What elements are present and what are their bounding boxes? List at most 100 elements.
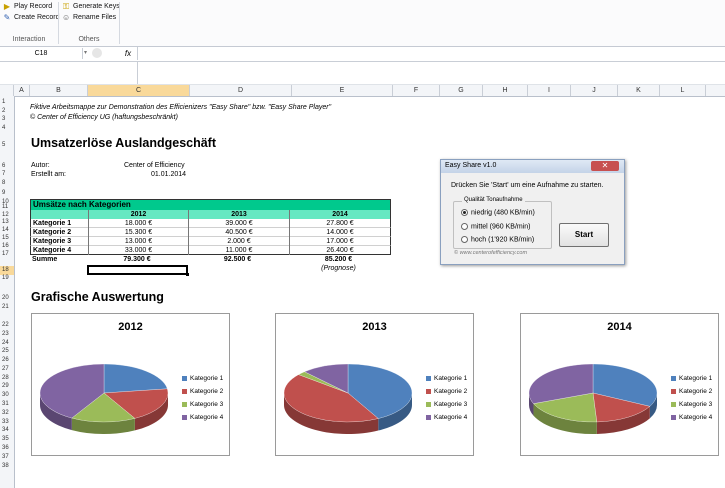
legend-swatch [671, 414, 676, 420]
row-header[interactable]: 1 [0, 98, 14, 107]
selected-cell[interactable] [87, 265, 188, 275]
row-header[interactable]: 36 [0, 444, 14, 453]
ribbon-separator [119, 2, 120, 44]
row-header[interactable]: 17 [0, 250, 14, 259]
legend-item: Kategorie 3 [182, 401, 223, 408]
select-all-corner[interactable] [0, 85, 14, 96]
row-header[interactable]: 37 [0, 453, 14, 462]
option-hoch[interactable]: hoch (1'920 KB/min) [461, 236, 534, 243]
year-header-2012: 2012 [88, 210, 188, 219]
legend-item: Kategorie 3 [671, 401, 712, 408]
table-cell-v2014[interactable]: 14.000 € [289, 228, 390, 237]
row-header[interactable]: 5 [0, 141, 14, 150]
table-title: Umsätze nach Kategorien [33, 200, 131, 209]
pie-chart-2012[interactable]: 2012 Kategorie 1 Kategorie 2 Kategorie 3 Kat… [31, 313, 230, 456]
column-header-f[interactable]: F [393, 85, 440, 96]
column-header-k[interactable]: K [618, 85, 660, 96]
row-header[interactable]: 38 [0, 462, 14, 471]
section-title: Grafische Auswertung [31, 290, 164, 304]
row-header[interactable]: 25 [0, 347, 14, 356]
sum-row: Summe 79.300 € 92.500 € 85.200 € [30, 255, 391, 264]
column-header-j[interactable]: J [571, 85, 618, 96]
table-cell-v2012[interactable]: 33.000 € [88, 246, 188, 255]
table-row: Kategorie 1 18.000 €39.000 €27.800 € [30, 219, 391, 228]
column-header-h[interactable]: H [483, 85, 528, 96]
table-cell-v2013[interactable]: 2.000 € [188, 237, 289, 246]
column-header-i[interactable]: I [528, 85, 571, 96]
column-header-l[interactable]: L [660, 85, 706, 96]
legend-item: Kategorie 4 [671, 414, 712, 421]
forecast-note: (Prognose) [321, 265, 356, 272]
table-cell-v2014[interactable]: 17.000 € [289, 237, 390, 246]
legend-swatch [426, 414, 431, 420]
row-header[interactable]: 19 [0, 274, 14, 283]
key-icon: ⚿ [62, 1, 70, 11]
play-record-button[interactable]: ▶ Play Record [3, 1, 52, 12]
row-header[interactable]: 34 [0, 426, 14, 435]
formula-bar-expanded-area [0, 62, 725, 85]
column-header-d[interactable]: D [190, 85, 292, 96]
row-header[interactable]: 27 [0, 365, 14, 374]
pie-graphic [39, 363, 169, 434]
table-cell-v2013[interactable]: 39.000 € [188, 219, 289, 228]
table-cell-v2014[interactable]: 26.400 € [289, 246, 390, 255]
formula-input[interactable] [137, 47, 725, 60]
row-header[interactable]: 3 [0, 115, 14, 124]
row-header[interactable]: 23 [0, 330, 14, 339]
option-label: mittel (960 KB/min) [471, 223, 531, 231]
pie-chart-2013[interactable]: 2013 Kategorie 1 Kategorie 2 Kategorie 3 Kat… [275, 313, 474, 456]
description-line: Fiktive Arbeitsmappe zur Demonstration d… [30, 104, 332, 111]
row-header[interactable]: 9 [0, 189, 14, 198]
close-button[interactable]: ✕ [591, 161, 619, 171]
fx-icon[interactable]: fx [120, 47, 136, 60]
column-header-e[interactable]: E [292, 85, 393, 96]
expand-icon[interactable] [92, 48, 102, 58]
legend-label: Kategorie 4 [190, 414, 224, 421]
table-cell-v2012[interactable]: 18.000 € [88, 219, 188, 228]
table-cell-v2012[interactable]: 15.300 € [88, 228, 188, 237]
radio-icon[interactable] [461, 209, 468, 216]
row-header[interactable]: 32 [0, 409, 14, 418]
option-niedrig[interactable]: niedrig (480 KB/min) [461, 209, 535, 216]
created-label: Erstellt am: [31, 171, 67, 178]
table-cell-label[interactable]: Kategorie 1 [32, 219, 88, 228]
legend-label: Kategorie 4 [679, 414, 713, 421]
group-label-others: Others [78, 36, 100, 43]
row-header[interactable]: 30 [0, 391, 14, 400]
option-mittel[interactable]: mittel (960 KB/min) [461, 223, 531, 230]
column-header-c[interactable]: C [88, 85, 190, 96]
row-header[interactable]: 7 [0, 170, 14, 179]
row-header[interactable]: 4 [0, 124, 14, 133]
rename-files-button[interactable]: ☺ Rename Files [62, 12, 116, 23]
row-header[interactable]: 31 [0, 400, 14, 409]
row-header[interactable]: 22 [0, 321, 14, 330]
table-year-row: 2012 2013 2014 [30, 210, 391, 219]
radio-icon[interactable] [461, 223, 468, 230]
row-header[interactable]: 21 [0, 303, 14, 312]
radio-icon[interactable] [461, 236, 468, 243]
generate-keys-button[interactable]: ⚿ Generate Keys [62, 1, 120, 12]
fill-handle[interactable] [186, 273, 189, 276]
table-cell-label[interactable]: Kategorie 2 [32, 228, 88, 237]
column-header-a[interactable]: A [14, 85, 30, 96]
row-header[interactable]: 35 [0, 435, 14, 444]
table-cell-v2013[interactable]: 40.500 € [188, 228, 289, 237]
table-cell-v2014[interactable]: 27.800 € [289, 219, 390, 228]
row-header[interactable]: 26 [0, 356, 14, 365]
created-value: 01.01.2014 [151, 171, 187, 178]
table-cell-v2013[interactable]: 11.000 € [188, 246, 289, 255]
row-header[interactable]: 8 [0, 179, 14, 188]
pie-chart-2014[interactable]: 2014 Kategorie 1 Kategorie 2 Kategorie 3 Kat… [520, 313, 719, 456]
table-cell-v2012[interactable]: 13.000 € [88, 237, 188, 246]
column-header-b[interactable]: B [30, 85, 88, 96]
row-header[interactable]: 20 [0, 294, 14, 303]
row-header[interactable]: 29 [0, 382, 14, 391]
start-button[interactable]: Start [559, 223, 609, 247]
table-cell-label[interactable]: Kategorie 3 [32, 237, 88, 246]
table-cell-label[interactable]: Kategorie 4 [32, 246, 88, 255]
column-header-g[interactable]: G [440, 85, 483, 96]
author-label: Autor: [31, 162, 50, 169]
name-box[interactable]: C18 [0, 48, 83, 59]
dialog-title-bar[interactable]: Easy Share v1.0 ✕ [441, 160, 624, 173]
create-record-button[interactable]: ✎ Create Record [3, 12, 60, 23]
